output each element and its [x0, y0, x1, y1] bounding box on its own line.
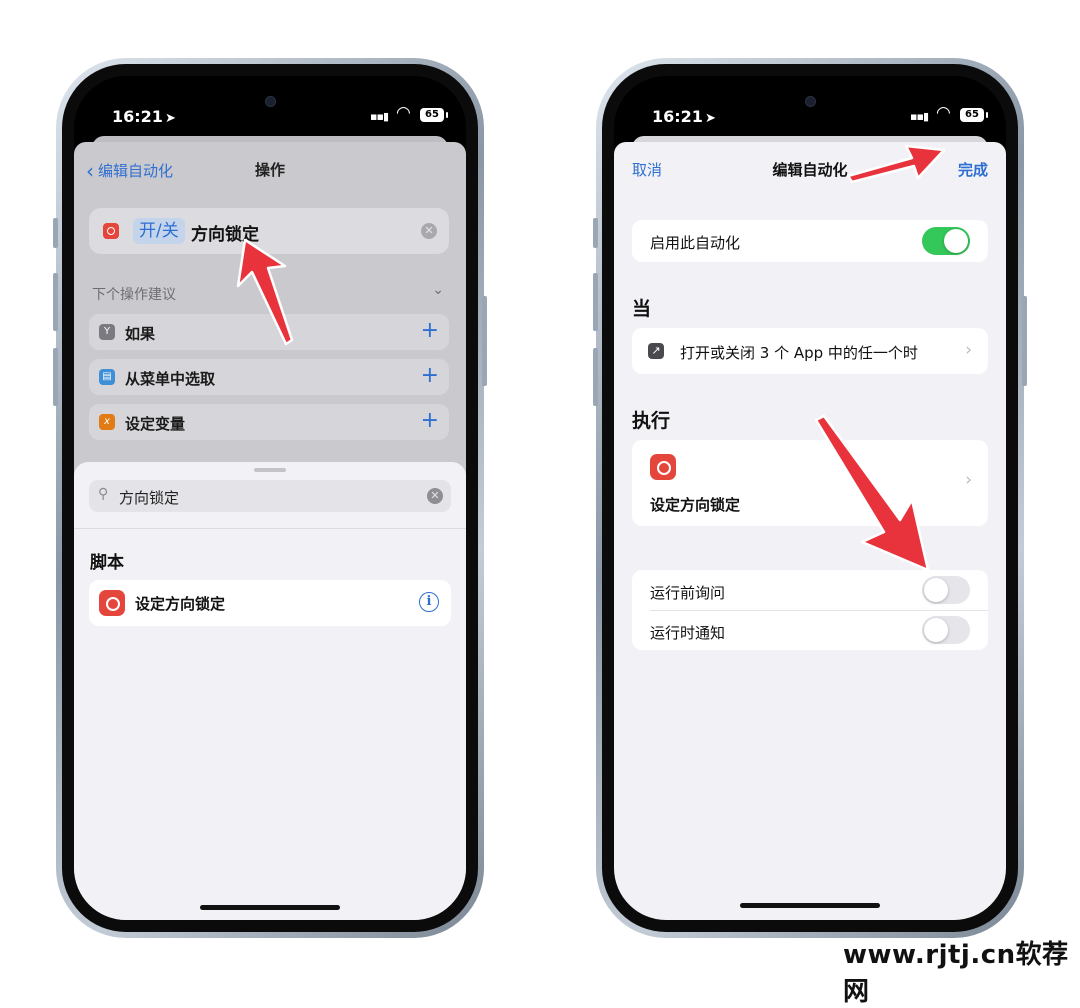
- watermark: www.rjtj.cn软荐网: [843, 940, 1069, 1007]
- arrow-to-action: [236, 238, 294, 346]
- arrow-to-done: [846, 144, 946, 184]
- arrow-to-ask-toggle: [814, 414, 930, 572]
- annotation-arrows: [236, 144, 946, 572]
